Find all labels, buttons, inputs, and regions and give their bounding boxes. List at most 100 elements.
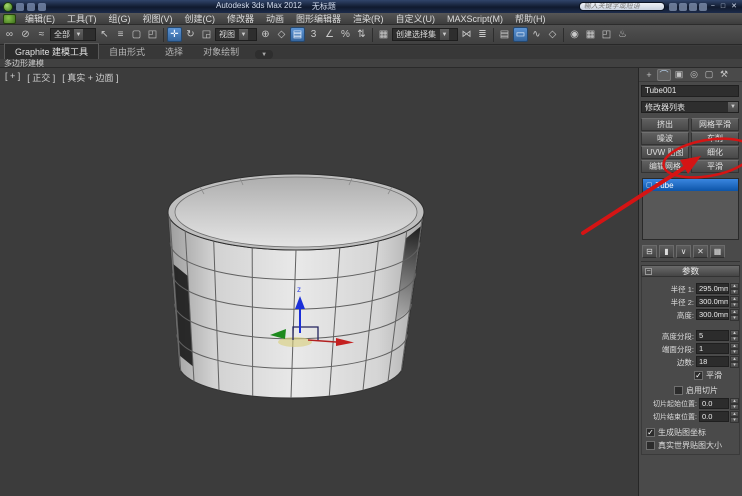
tab-create-icon[interactable]: + [642,69,656,81]
menu-modifiers[interactable]: 修改器 [221,13,260,25]
slice-from-field[interactable]: 0.0 [699,398,729,409]
use-pivot-point-center-icon[interactable]: ⊕ [258,27,273,42]
percent-snap-icon[interactable]: % [338,27,353,42]
tab-graphite-modeling[interactable]: Graphite 建模工具 [4,43,100,59]
generate-mapping-coords-row[interactable]: ✓ 生成贴图坐标 [646,427,706,438]
select-and-move-icon[interactable]: ✛ [167,27,182,42]
angle-snap-icon[interactable]: ∠ [322,27,337,42]
smooth-checkbox[interactable]: ✓ [694,371,703,380]
curve-editor-icon[interactable]: ∿ [529,27,544,42]
slice-to-spinner[interactable]: ▴ ▾ [730,411,739,423]
stack-item-tube[interactable]: ▢ Tube [643,179,738,191]
favorites-icon[interactable] [688,2,697,11]
reference-coordinate-system-dropdown[interactable]: 视图 ▼ [215,28,257,41]
spinner-snap-icon[interactable]: ⇅ [354,27,369,42]
remove-modifier-icon[interactable]: ✕ [693,244,708,258]
menu-maxscript[interactable]: MAXScript(M) [441,13,509,25]
select-and-link-icon[interactable]: ∞ [2,27,17,42]
menu-rendering[interactable]: 渲染(R) [347,13,390,25]
edit-named-selection-sets-icon[interactable]: ▦ [376,27,391,42]
select-object-icon[interactable]: ↖ [97,27,112,42]
viewport[interactable]: z [ + ] [ 正交 ] [ 真实 + 边面 ] [0,68,638,496]
show-end-result-icon[interactable]: ▮ [659,244,674,258]
mirror-icon[interactable]: ⋈ [459,27,474,42]
maximize-button[interactable]: □ [719,2,727,11]
render-setup-icon[interactable]: ▦ [583,27,598,42]
slice-to-field[interactable]: 0.0 [699,411,729,422]
object-name-field[interactable]: Tube001 [641,85,739,97]
select-by-name-icon[interactable]: ≡ [113,27,128,42]
tab-motion-icon[interactable]: ◎ [687,69,701,81]
viewport-view-label[interactable]: [ 正交 ] [27,71,55,84]
radius2-field[interactable]: 300.0mm [696,296,729,307]
modifier-button-noise[interactable]: 噪波 [641,132,689,145]
rendered-frame-window-icon[interactable]: ◰ [599,27,614,42]
tab-modify-icon[interactable]: ⌒ [657,68,671,81]
slice-from-spinner[interactable]: ▴ ▾ [730,398,739,410]
viewport-menu-label[interactable]: [ + ] [5,71,20,84]
window-crossing-icon[interactable]: ◰ [145,27,160,42]
modifier-button-lathe[interactable]: 车削 [691,132,739,145]
menu-graph-editors[interactable]: 图形编辑器 [290,13,347,25]
modifier-button-smooth[interactable]: 平滑 [691,160,739,173]
modifier-button-meshsmooth[interactable]: 网格平滑 [691,118,739,131]
selection-filter-dropdown[interactable]: 全部 ▼ [50,28,96,41]
menu-animation[interactable]: 动画 [260,13,290,25]
polygon-modeling-panel-label[interactable]: 多边形建模 [4,59,44,68]
help-icon[interactable] [698,2,707,11]
graphite-modeling-tools-icon[interactable]: ▭ [513,27,528,42]
radius1-field[interactable]: 295.0mm [696,283,729,294]
select-and-manipulate-icon[interactable]: ◇ [274,27,289,42]
sides-field[interactable]: 18 [696,356,729,367]
make-unique-icon[interactable]: ∨ [676,244,691,258]
height-field[interactable]: 300.0mm [696,309,729,320]
height-segments-spinner[interactable]: ▴ ▾ [730,330,739,342]
bind-to-space-warp-icon[interactable]: ≈ [34,27,49,42]
align-icon[interactable]: ≣ [475,27,490,42]
enable-slice-checkbox[interactable] [674,386,683,395]
sides-spinner[interactable]: ▴ ▾ [730,356,739,368]
height-spinner[interactable]: ▴ ▾ [730,309,739,321]
save-icon[interactable] [16,2,24,11]
radius2-spinner[interactable]: ▴ ▾ [730,296,739,308]
search-icon[interactable] [668,2,677,11]
cap-segments-field[interactable]: 1 [696,343,729,354]
pin-stack-icon[interactable]: ⊟ [642,244,657,258]
infocenter-search-input[interactable] [578,2,665,11]
material-editor-icon[interactable]: ◉ [567,27,582,42]
rectangular-selection-region-icon[interactable]: ▢ [129,27,144,42]
redo-icon[interactable] [38,2,46,11]
modifier-stack-list[interactable]: ▢ Tube [642,178,739,240]
cap-segments-spinner[interactable]: ▴ ▾ [730,343,739,355]
select-and-rotate-icon[interactable]: ↻ [183,27,198,42]
keyboard-shortcut-override-icon[interactable]: ▤ [290,27,305,42]
real-world-map-size-checkbox[interactable] [646,441,655,450]
tab-freeform[interactable]: 自由形式 [99,44,155,59]
ribbon-minimize-icon[interactable]: ▼ [255,50,274,59]
configure-modifier-sets-icon[interactable]: ▦ [710,244,725,258]
application-menu-button[interactable] [3,1,13,12]
render-production-icon[interactable]: ♨ [615,27,630,42]
menu-create[interactable]: 创建(C) [179,13,222,25]
modifier-list-dropdown[interactable]: 修改器列表 ▼ [641,101,739,113]
schematic-view-icon[interactable]: ◇ [545,27,560,42]
menu-edit[interactable]: 编辑(E) [19,13,61,25]
tab-object-paint[interactable]: 对象绘制 [193,44,249,59]
tab-hierarchy-icon[interactable]: ▣ [672,69,686,81]
modifier-button-tessellate[interactable]: 细化 [691,146,739,159]
minimize-button[interactable]: − [709,2,717,11]
radius1-spinner[interactable]: ▴ ▾ [730,283,739,295]
unlink-selection-icon[interactable]: ⊘ [18,27,33,42]
menu-help[interactable]: 帮助(H) [509,13,552,25]
menu-group[interactable]: 组(G) [103,13,137,25]
tab-display-icon[interactable]: ▢ [702,69,716,81]
generate-mapping-coords-checkbox[interactable]: ✓ [646,428,655,437]
enable-slice-checkbox-row[interactable]: 启用切片 [674,385,718,396]
smooth-checkbox-row[interactable]: ✓ 平滑 [694,370,722,381]
parameters-rollout-header[interactable]: − 参数 [641,265,740,277]
named-selection-sets-dropdown[interactable]: 创建选择集 ▼ [392,28,458,41]
menu-views[interactable]: 视图(V) [137,13,179,25]
communication-center-icon[interactable] [678,2,687,11]
tab-selection[interactable]: 选择 [155,44,193,59]
modifier-button-edit-mesh[interactable]: 编辑网格 [641,160,689,173]
